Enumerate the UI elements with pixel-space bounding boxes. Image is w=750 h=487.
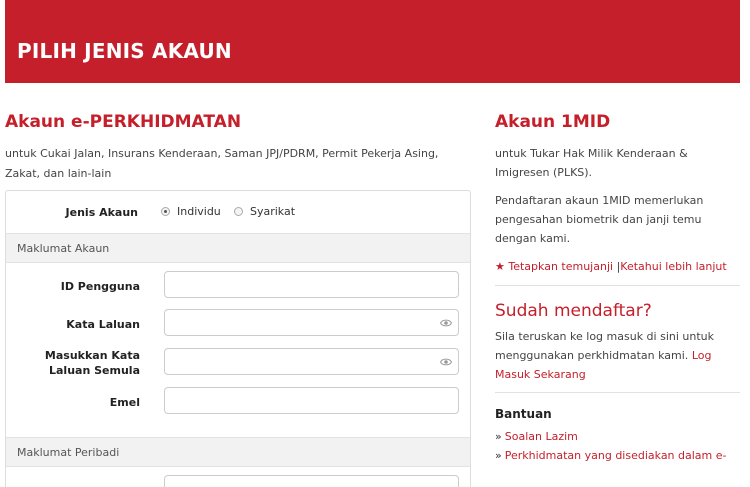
eye-icon[interactable]: [440, 318, 452, 328]
radio-unselected-icon: [234, 207, 243, 216]
set-appointment-label: Tetapkan temujanji: [508, 260, 614, 273]
section-header-account: Maklumat Akaun: [6, 233, 470, 263]
help-title: Bantuan: [495, 407, 552, 421]
akaun1mid-note: Pendaftaran akaun 1MID memerlukan penges…: [495, 194, 704, 245]
section-account-label: Maklumat Akaun: [17, 242, 110, 255]
password-confirm-input[interactable]: [164, 348, 459, 375]
akaun1mid-links: ★ Tetapkan temujanji |Ketahui lebih lanj…: [495, 257, 740, 276]
password-confirm-row: Masukkan Kata Laluan Semula: [6, 348, 470, 377]
divider: [495, 285, 740, 286]
chevron-right-icon: »: [495, 430, 502, 443]
password-input[interactable]: [164, 309, 459, 336]
email-label: Emel: [109, 396, 140, 409]
set-appointment-link[interactable]: ★ Tetapkan temujanji: [495, 260, 613, 273]
user-id-row: ID Pengguna: [6, 271, 470, 299]
radio-individu-label: Individu: [177, 205, 221, 218]
help-link-services[interactable]: » Perkhidmatan yang disediakan dalam e-: [495, 446, 740, 465]
account-type-row: Jenis Akaun Individu Syarikat: [6, 191, 470, 233]
eperkhidmatan-description: untuk Cukai Jalan, Insurans Kenderaan, S…: [5, 147, 439, 180]
registered-title: Sudah mendaftar?: [495, 301, 652, 321]
help-link-faq[interactable]: » Soalan Lazim: [495, 427, 740, 446]
chevron-right-icon: »: [495, 449, 502, 462]
account-type-label: Jenis Akaun: [65, 206, 138, 219]
sidebar: Akaun 1MID untuk Tukar Hak Milik Kendera…: [495, 112, 740, 465]
help-link-faq-label[interactable]: Soalan Lazim: [505, 430, 578, 443]
personal-row: [6, 475, 470, 487]
registration-form: Jenis Akaun Individu Syarikat Maklumat A…: [5, 190, 471, 487]
personal-input[interactable]: [164, 475, 459, 487]
help-links: » Soalan Lazim » Perkhidmatan yang disedia…: [495, 427, 740, 465]
radio-selected-icon: [161, 207, 170, 216]
eye-icon[interactable]: [440, 357, 452, 367]
akaun1mid-title: Akaun 1MID: [495, 112, 611, 132]
help-link-services-label[interactable]: Perkhidmatan yang disediakan dalam e-: [505, 449, 727, 462]
password-label: Kata Laluan: [66, 318, 140, 331]
page-title: PILIH JENIS AKAUN: [17, 39, 232, 63]
radio-syarikat[interactable]: Syarikat: [234, 205, 295, 218]
star-icon: ★: [495, 260, 505, 273]
page-header-banner: PILIH JENIS AKAUN: [5, 0, 740, 83]
email-row: Emel: [6, 387, 470, 415]
eperkhidmatan-intro: Akaun e-PERKHIDMATAN untuk Cukai Jalan, …: [5, 112, 471, 184]
registered-text: Sila teruskan ke log masuk di sini untuk…: [495, 327, 740, 384]
section-personal-label: Maklumat Peribadi: [17, 446, 120, 459]
registered-text-body: Sila teruskan ke log masuk di sini untuk…: [495, 330, 715, 362]
learn-more-link[interactable]: Ketahui lebih lanjut: [620, 260, 726, 273]
section-header-personal: Maklumat Peribadi: [6, 437, 470, 467]
eperkhidmatan-title: Akaun e-PERKHIDMATAN: [5, 112, 242, 132]
email-input[interactable]: [164, 387, 459, 414]
divider: [495, 392, 740, 393]
radio-individu[interactable]: Individu: [161, 205, 221, 218]
radio-syarikat-label: Syarikat: [250, 205, 296, 218]
user-id-label: ID Pengguna: [60, 280, 140, 293]
password-row: Kata Laluan: [6, 309, 470, 337]
password-confirm-label: Masukkan Kata Laluan Semula: [44, 349, 140, 377]
akaun1mid-description: untuk Tukar Hak Milik Kenderaan & Imigre…: [495, 147, 688, 179]
user-id-input[interactable]: [164, 271, 459, 298]
